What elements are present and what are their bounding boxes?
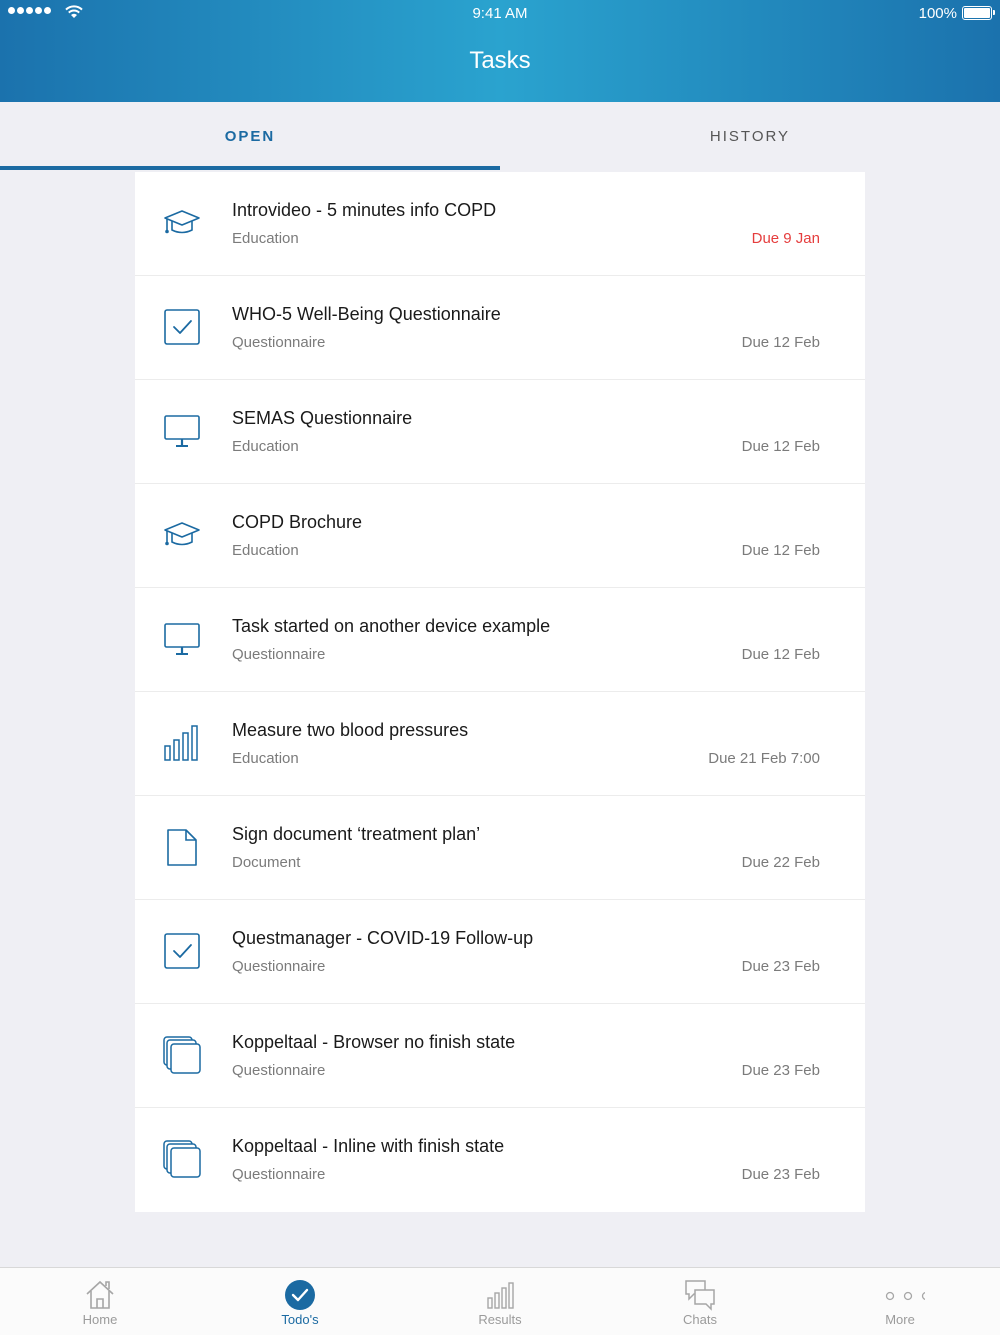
task-title: WHO-5 Well-Being Questionnaire bbox=[232, 304, 501, 324]
tab-history[interactable]: HISTORY bbox=[500, 102, 1000, 172]
task-title: Introvideo - 5 minutes info COPD bbox=[232, 200, 497, 220]
task-row[interactable]: COPD Brochure Education Due 12 Feb bbox=[135, 484, 865, 588]
task-title: COPD Brochure bbox=[232, 512, 363, 532]
monitor-icon bbox=[164, 415, 200, 447]
task-row[interactable]: Sign document ‘treatment plan’ Document Du… bbox=[135, 796, 865, 900]
stacked-windows-icon bbox=[163, 1036, 201, 1074]
task-row[interactable]: Task started on another device example Qu… bbox=[135, 588, 865, 692]
more-dots-icon bbox=[885, 1291, 925, 1301]
task-row[interactable]: SEMAS Questionnaire Education Due 12 Feb bbox=[135, 380, 865, 484]
graduation-cap-icon bbox=[164, 522, 200, 546]
task-category: Questionnaire bbox=[232, 646, 326, 663]
home-icon bbox=[86, 1280, 114, 1309]
task-due-date: Due 23 Feb bbox=[741, 1166, 820, 1183]
bar-chart-icon bbox=[164, 725, 198, 761]
task-due-date: Due 21 Feb 7:00 bbox=[708, 750, 820, 767]
task-row[interactable]: Koppeltaal - Inline with finish state Que… bbox=[135, 1108, 865, 1212]
task-category: Education bbox=[232, 542, 299, 559]
task-due-date: Due 9 Jan bbox=[751, 230, 820, 247]
tabbar-chats[interactable]: Chats bbox=[600, 1268, 800, 1335]
check-circle-icon bbox=[285, 1280, 315, 1310]
task-due-date: Due 22 Feb bbox=[741, 854, 820, 871]
tabbar-chats-label: Chats bbox=[683, 1312, 717, 1327]
task-due-date: Due 12 Feb bbox=[741, 438, 820, 455]
tabbar-todos[interactable]: Todo's bbox=[200, 1268, 400, 1335]
task-due-date: Due 12 Feb bbox=[741, 646, 820, 663]
task-category: Education bbox=[232, 750, 299, 767]
tabbar-todos-label: Todo's bbox=[281, 1312, 319, 1327]
task-row[interactable]: Questmanager - COVID-19 Follow-up Questio… bbox=[135, 900, 865, 1004]
task-category: Education bbox=[232, 230, 299, 247]
battery-icon bbox=[962, 6, 995, 20]
status-bar: 9:41 AM 100% bbox=[0, 0, 1000, 28]
task-row[interactable]: Introvideo - 5 minutes info COPD Educatio… bbox=[135, 172, 865, 276]
task-due-date: Due 12 Feb bbox=[741, 542, 820, 559]
tabbar-home-label: Home bbox=[82, 1312, 118, 1327]
task-due-date: Due 23 Feb bbox=[741, 958, 820, 975]
tabbar-home[interactable]: Home bbox=[0, 1268, 200, 1335]
monitor-icon bbox=[164, 623, 200, 655]
checkbox-icon bbox=[164, 309, 200, 345]
document-icon bbox=[167, 829, 197, 866]
tabbar-more-label: More bbox=[885, 1312, 915, 1327]
graduation-cap-icon bbox=[164, 210, 200, 234]
task-category: Document bbox=[232, 854, 301, 871]
tabbar-results[interactable]: Results bbox=[400, 1268, 600, 1335]
task-due-date: Due 12 Feb bbox=[741, 334, 820, 351]
task-title: Questmanager - COVID-19 Follow-up bbox=[232, 928, 534, 948]
status-time: 9:41 AM bbox=[472, 5, 528, 22]
active-tab-indicator bbox=[0, 166, 500, 170]
header-bar: 9:41 AM 100% Tasks bbox=[0, 0, 1000, 102]
task-row[interactable]: Koppeltaal - Browser no finish state Ques… bbox=[135, 1004, 865, 1108]
task-title: Sign document ‘treatment plan’ bbox=[232, 824, 481, 844]
tab-open[interactable]: OPEN bbox=[0, 102, 500, 172]
task-row[interactable]: Measure two blood pressures Education Due … bbox=[135, 692, 865, 796]
checkbox-icon bbox=[164, 933, 200, 969]
task-category: Education bbox=[232, 438, 299, 455]
task-title: Koppeltaal - Browser no finish state bbox=[232, 1032, 516, 1052]
task-list: Introvideo - 5 minutes info COPD Educatio… bbox=[135, 172, 865, 1212]
task-category: Questionnaire bbox=[232, 958, 326, 975]
battery-percentage: 100% bbox=[918, 5, 957, 22]
task-category: Questionnaire bbox=[232, 1166, 326, 1183]
chat-bubbles-icon bbox=[685, 1280, 715, 1311]
task-tabs: OPEN HISTORY bbox=[0, 102, 1000, 172]
tabbar-more[interactable]: More bbox=[800, 1268, 1000, 1335]
task-title: SEMAS Questionnaire bbox=[232, 408, 413, 428]
task-category: Questionnaire bbox=[232, 1062, 326, 1079]
task-title: Measure two blood pressures bbox=[232, 720, 469, 740]
stacked-windows-icon bbox=[163, 1140, 201, 1178]
tabbar-results-label: Results bbox=[478, 1312, 522, 1327]
page-title: Tasks bbox=[469, 47, 531, 74]
bottom-tab-bar: Home Todo's Results Chats More bbox=[0, 1267, 1000, 1335]
task-due-date: Due 23 Feb bbox=[741, 1062, 820, 1079]
task-category: Questionnaire bbox=[232, 334, 326, 351]
task-title: Task started on another device example bbox=[232, 616, 551, 636]
task-row[interactable]: WHO-5 Well-Being Questionnaire Questionna… bbox=[135, 276, 865, 380]
task-title: Koppeltaal - Inline with finish state bbox=[232, 1136, 505, 1156]
bar-chart-icon bbox=[487, 1282, 514, 1309]
